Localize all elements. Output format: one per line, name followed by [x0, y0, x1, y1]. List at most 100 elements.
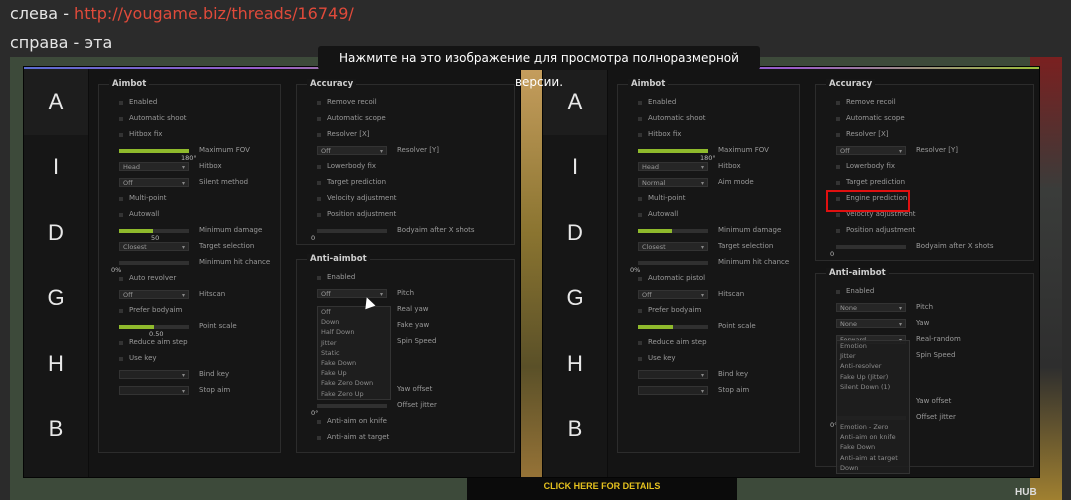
dropdown-option[interactable]: Down [318, 317, 390, 327]
option-antiaim-at-target[interactable]: Anti-aim at target [837, 453, 909, 463]
combo-silent-method[interactable]: OffSilent method [105, 177, 276, 191]
option-target-prediction[interactable]: Target prediction [303, 177, 510, 191]
slider-point-scale[interactable]: Point scale [624, 321, 795, 335]
option-automatic-pistol[interactable]: Automatic pistol [624, 273, 795, 287]
anti-aimbot-group: Anti-aimbot Enabled NonePitch NoneYaw Fo… [815, 268, 1034, 474]
option-multi-point[interactable]: Multi-point [624, 193, 795, 207]
option-auto-revolver[interactable]: Auto revolver [105, 273, 276, 287]
option-hitbox-fix[interactable]: Hitbox fix [105, 129, 276, 143]
option-antiaim-on-knife[interactable]: Anti-aim on knife [303, 416, 510, 430]
keybind-stop-aim[interactable]: Stop aim [105, 385, 276, 399]
tab-b[interactable]: B [24, 397, 88, 463]
keybind-stop-aim[interactable]: Stop aim [624, 385, 795, 399]
option-remove-recoil[interactable]: Remove recoil [303, 97, 510, 111]
combo-hitbox[interactable]: HeadHitbox [624, 161, 795, 175]
thread-link[interactable]: http://yougame.biz/threads/16749/ [74, 4, 354, 23]
option-automatic-scope[interactable]: Automatic scope [822, 113, 1029, 127]
dropdown-option[interactable]: Emotion - Zero [837, 422, 909, 432]
slider-minimum-hit-chance[interactable]: 0% Minimum hit chance [624, 257, 795, 274]
ad-banner[interactable]: CLICK HERE FOR DETAILS [467, 477, 737, 500]
tab-h[interactable]: H [24, 331, 88, 397]
option-hitbox-fix[interactable]: Hitbox fix [624, 129, 795, 143]
tab-i[interactable]: I [543, 135, 607, 201]
option-antiaim-enabled[interactable]: Enabled [822, 286, 1029, 300]
dropdown-option[interactable]: Fake Up [318, 368, 390, 378]
screenshot-image[interactable]: CLICK HERE FOR DETAILS HUB A I D G H B A… [10, 57, 1062, 500]
dropdown-option[interactable]: Silent Down (1) [837, 382, 909, 392]
combo-aim-mode[interactable]: NormalAim mode [624, 177, 795, 191]
slider-point-scale[interactable]: 0.50 Point scale [105, 321, 276, 338]
option-position-adjustment[interactable]: Position adjustment [822, 225, 1029, 239]
tab-d[interactable]: D [24, 200, 88, 266]
option-target-prediction[interactable]: Target prediction [822, 177, 1029, 191]
keybind-bind-key[interactable]: Bind key [624, 369, 795, 383]
combo-hitbox[interactable]: HeadHitbox [105, 161, 276, 175]
combo-hitscan[interactable]: OffHitscan [105, 289, 276, 303]
option-enabled[interactable]: Enabled [105, 97, 276, 111]
option-enabled[interactable]: Enabled [624, 97, 795, 111]
accuracy-group: Accuracy Remove recoil Automatic scope R… [296, 79, 515, 245]
tab-i[interactable]: I [24, 135, 88, 201]
tab-b[interactable]: B [543, 397, 607, 463]
dropdown-option[interactable]: Emotion [837, 341, 909, 351]
keybind-bind-key[interactable]: Bind key [105, 369, 276, 383]
option-antiaim-at-target[interactable]: Anti-aim at target [303, 432, 510, 446]
slider-offset-jitter[interactable]: 0° Offset jitter [303, 400, 510, 417]
dropdown-option[interactable]: Fake Zero Down [318, 378, 390, 388]
combo-target-selection[interactable]: ClosestTarget selection [105, 241, 276, 255]
tab-aimbot[interactable]: A [24, 69, 88, 135]
slider-bodyaim-after-shots[interactable]: 0 Bodyaim after X shots [303, 225, 510, 242]
combo-yaw[interactable]: NoneYaw [822, 318, 1029, 332]
option-antiaim-on-knife[interactable]: Anti-aim on knife [837, 432, 909, 442]
combo-target-selection[interactable]: ClosestTarget selection [624, 241, 795, 255]
option-prefer-bodyaim[interactable]: Prefer bodyaim [105, 305, 276, 319]
option-use-key[interactable]: Use key [624, 353, 795, 367]
option-use-key[interactable]: Use key [105, 353, 276, 367]
dropdown-option[interactable]: Fake Down [318, 358, 390, 368]
option-reduce-aim-step[interactable]: Reduce aim step [624, 337, 795, 351]
option-remove-recoil[interactable]: Remove recoil [822, 97, 1029, 111]
combo-resolver-y[interactable]: OffResolver [Y] [822, 145, 1029, 159]
option-automatic-scope[interactable]: Automatic scope [303, 113, 510, 127]
option-resolver-x[interactable]: Resolver [X] [822, 129, 1029, 143]
dropdown-option[interactable]: Off [318, 307, 390, 317]
option-lowerbody-fix[interactable]: Lowerbody fix [822, 161, 1029, 175]
slider-maximum-fov[interactable]: 180° Maximum FOV [105, 145, 276, 162]
dropdown-option[interactable]: Static [318, 348, 390, 358]
dropdown-option[interactable]: Fake Down [837, 442, 909, 452]
slider-minimum-damage[interactable]: Minimum damage [624, 225, 795, 239]
combo-pitch[interactable]: OffPitch [303, 288, 510, 302]
tab-d[interactable]: D [543, 200, 607, 266]
tab-g[interactable]: G [24, 266, 88, 332]
tab-h[interactable]: H [543, 331, 607, 397]
option-autowall[interactable]: Autowall [624, 209, 795, 223]
tab-g[interactable]: G [543, 266, 607, 332]
dropdown-option[interactable]: Jitter [837, 351, 909, 361]
dropdown-option[interactable]: Anti-resolver [837, 361, 909, 371]
option-automatic-shoot[interactable]: Automatic shoot [624, 113, 795, 127]
option-autowall[interactable]: Autowall [105, 209, 276, 223]
option-resolver-x[interactable]: Resolver [X] [303, 129, 510, 143]
option-antiaim-enabled[interactable]: Enabled [303, 272, 510, 286]
slider-minimum-hit-chance[interactable]: 0% Minimum hit chance [105, 257, 276, 274]
option-reduce-aim-step[interactable]: Reduce aim step [105, 337, 276, 351]
combo-pitch[interactable]: NonePitch [822, 302, 1029, 316]
slider-maximum-fov[interactable]: 180° Maximum FOV [624, 145, 795, 162]
option-prefer-bodyaim[interactable]: Prefer bodyaim [624, 305, 795, 319]
dropdown-option[interactable]: Fake Up (Jitter) [837, 372, 909, 382]
slider-minimum-damage[interactable]: 50 Minimum damage [105, 225, 276, 242]
option-position-adjustment[interactable]: Position adjustment [303, 209, 510, 223]
option-velocity-adjustment[interactable]: Velocity adjustment [303, 193, 510, 207]
dropdown-option[interactable]: Half Down [318, 327, 390, 337]
pitch-dropdown-list[interactable]: Off Down Half Down Jitter Static Fake Do… [317, 306, 391, 400]
slider-bodyaim-after-shots[interactable]: 0 Bodyaim after X shots [822, 241, 1029, 258]
dropdown-option[interactable]: Jitter [318, 338, 390, 348]
option-lowerbody-fix[interactable]: Lowerbody fix [303, 161, 510, 175]
option-automatic-shoot[interactable]: Automatic shoot [105, 113, 276, 127]
overlapping-options-list[interactable]: Emotion Jitter Anti-resolver Fake Up (Ji… [836, 340, 910, 474]
dropdown-option[interactable]: Fake Zero Up [318, 389, 390, 399]
option-multi-point[interactable]: Multi-point [105, 193, 276, 207]
dropdown-option[interactable]: Down [837, 463, 909, 473]
combo-hitscan[interactable]: OffHitscan [624, 289, 795, 303]
combo-resolver-y[interactable]: OffResolver [Y] [303, 145, 510, 159]
